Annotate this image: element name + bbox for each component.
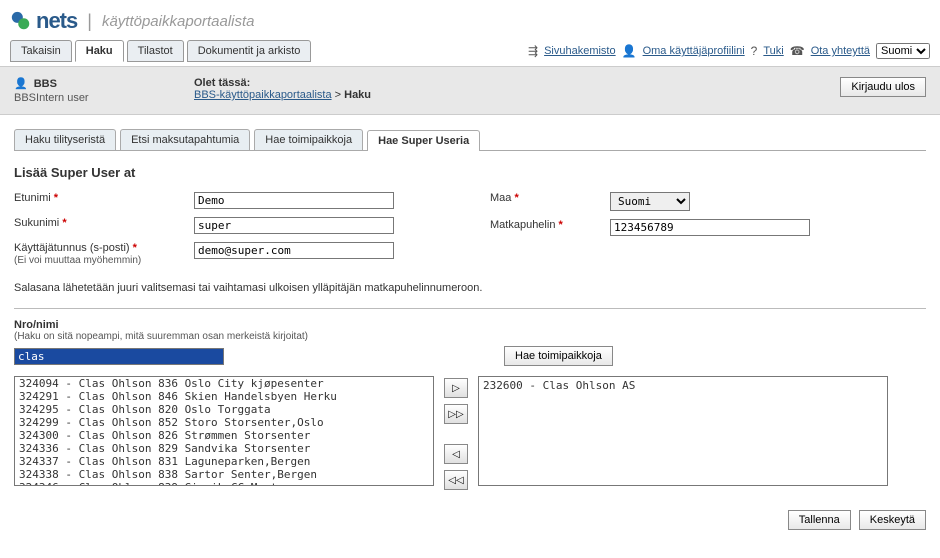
- move-left-button[interactable]: ◁: [444, 444, 468, 464]
- logout-button[interactable]: Kirjaudu ulos: [840, 77, 926, 97]
- input-mobile[interactable]: [610, 219, 810, 236]
- breadcrumb-link-portal[interactable]: BBS-käyttöpaikkaportaalista: [194, 89, 332, 101]
- app-header: nets | käyttöpaikkaportaalista: [0, 0, 940, 40]
- label-country: Maa *: [490, 192, 610, 204]
- subtab-superuser[interactable]: Hae Super Useria: [367, 130, 480, 151]
- form-actions: Tallenna Keskeytä: [14, 510, 926, 530]
- input-username[interactable]: [194, 242, 394, 259]
- label-mobile: Matkapuhelin *: [490, 219, 610, 231]
- main-content: Haku tilityseristä Etsi maksutapahtumia …: [0, 115, 940, 500]
- input-firstname[interactable]: [194, 192, 394, 209]
- tab-back[interactable]: Takaisin: [10, 40, 72, 62]
- password-info: Salasana lähetetään juuri valitsemasi ta…: [14, 282, 926, 294]
- subtab-transactions[interactable]: Etsi maksutapahtumia: [120, 129, 250, 150]
- sitemap-icon: ⇶: [528, 44, 538, 58]
- tab-search[interactable]: Haku: [75, 40, 124, 62]
- list-item[interactable]: 324337 - Clas Ohlson 831 Laguneparken,Be…: [15, 455, 433, 468]
- breadcrumb: Olet tässä: BBS-käyttöpaikkaportaalista …: [194, 77, 840, 101]
- list-item[interactable]: 324291 - Clas Ohlson 846 Skien Handelsby…: [15, 390, 433, 403]
- label-lastname: Sukunimi *: [14, 217, 194, 229]
- user-name: BBSIntern user: [14, 92, 194, 104]
- list-item[interactable]: 324300 - Clas Ohlson 826 Strømmen Storse…: [15, 429, 433, 442]
- top-tabs: Takaisin Haku Tilastot Dokumentit ja ark…: [10, 40, 311, 62]
- cancel-button[interactable]: Keskeytä: [859, 510, 926, 530]
- label-firstname: Etunimi *: [14, 192, 194, 204]
- input-location-search[interactable]: [14, 348, 224, 365]
- search-subtabs: Haku tilityseristä Etsi maksutapahtumia …: [14, 129, 926, 151]
- nets-logo-icon: [10, 10, 32, 32]
- list-item[interactable]: 324094 - Clas Ohlson 836 Oslo City kjøpe…: [15, 377, 433, 390]
- link-sitemap[interactable]: Sivuhakemisto: [544, 45, 616, 57]
- breadcrumb-current: Haku: [344, 89, 371, 101]
- save-button[interactable]: Tallenna: [788, 510, 851, 530]
- input-lastname[interactable]: [194, 217, 394, 234]
- link-contact[interactable]: Ota yhteyttä: [811, 45, 870, 57]
- search-hint: (Haku on sitä nopeampi, mitä suuremman o…: [14, 331, 926, 342]
- tab-stats[interactable]: Tilastot: [127, 40, 184, 62]
- dual-list-picker: 324094 - Clas Ohlson 836 Oslo City kjøpe…: [14, 376, 926, 490]
- mover-buttons: ▷ ▷▷ ◁ ◁◁: [444, 376, 468, 490]
- org-name: BBS: [34, 78, 57, 90]
- subtab-locations[interactable]: Hae toimipaikkoja: [254, 129, 363, 150]
- brand-tagline: käyttöpaikkaportaalista: [102, 13, 255, 30]
- brand-logo: nets | käyttöpaikkaportaalista: [10, 8, 255, 34]
- available-list[interactable]: 324094 - Clas Ohlson 836 Oslo City kjøpe…: [14, 376, 434, 486]
- help-icon: ?: [751, 44, 758, 58]
- profile-icon: 👤: [622, 44, 637, 58]
- move-all-right-button[interactable]: ▷▷: [444, 404, 468, 424]
- list-item[interactable]: 324338 - Clas Ohlson 838 Sartor Senter,B…: [15, 468, 433, 481]
- phone-icon: ☎: [790, 44, 805, 58]
- list-item[interactable]: 324299 - Clas Ohlson 852 Storo Storsente…: [15, 416, 433, 429]
- top-nav: Takaisin Haku Tilastot Dokumentit ja ark…: [0, 40, 940, 66]
- link-profile[interactable]: Oma käyttäjäprofiilini: [643, 45, 745, 57]
- tab-docs[interactable]: Dokumentit ja arkisto: [187, 40, 312, 62]
- label-username: Käyttäjätunnus (s-posti) * (Ei voi muutt…: [14, 242, 194, 266]
- user-context: 👤 BBS BBSIntern user: [14, 77, 194, 104]
- selected-list[interactable]: 232600 - Clas Ohlson AS: [478, 376, 888, 486]
- subtab-settlements[interactable]: Haku tilityseristä: [14, 129, 116, 150]
- move-right-button[interactable]: ▷: [444, 378, 468, 398]
- list-item[interactable]: 324346 - Clas Ohlson 839 Giguik CC Marto: [15, 481, 433, 486]
- superuser-form: Etunimi * Sukunimi * Käyttäjätunnus (s-p…: [14, 192, 926, 274]
- select-country[interactable]: Suomi: [610, 192, 690, 211]
- move-all-left-button[interactable]: ◁◁: [444, 470, 468, 490]
- search-label: Nro/nimi: [14, 319, 926, 331]
- brand-separator: |: [87, 11, 92, 32]
- list-item[interactable]: 232600 - Clas Ohlson AS: [483, 379, 883, 392]
- link-help[interactable]: Tuki: [763, 45, 783, 57]
- list-item[interactable]: 324336 - Clas Ohlson 829 Sandvika Storse…: [15, 442, 433, 455]
- page-title: Lisää Super User at: [14, 165, 926, 180]
- section-divider: [14, 308, 926, 309]
- user-icon: 👤: [14, 77, 28, 90]
- breadcrumb-title: Olet tässä:: [194, 77, 840, 89]
- list-item[interactable]: 324295 - Clas Ohlson 820 Oslo Torggata: [15, 403, 433, 416]
- search-locations-button[interactable]: Hae toimipaikkoja: [504, 346, 613, 366]
- top-links: ⇶ Sivuhakemisto 👤 Oma käyttäjäprofiilini…: [528, 43, 930, 59]
- context-bar: 👤 BBS BBSIntern user Olet tässä: BBS-käy…: [0, 66, 940, 115]
- brand-name: nets: [36, 8, 77, 34]
- logout-area: Kirjaudu ulos: [840, 77, 926, 97]
- language-select[interactable]: Suomi: [876, 43, 930, 59]
